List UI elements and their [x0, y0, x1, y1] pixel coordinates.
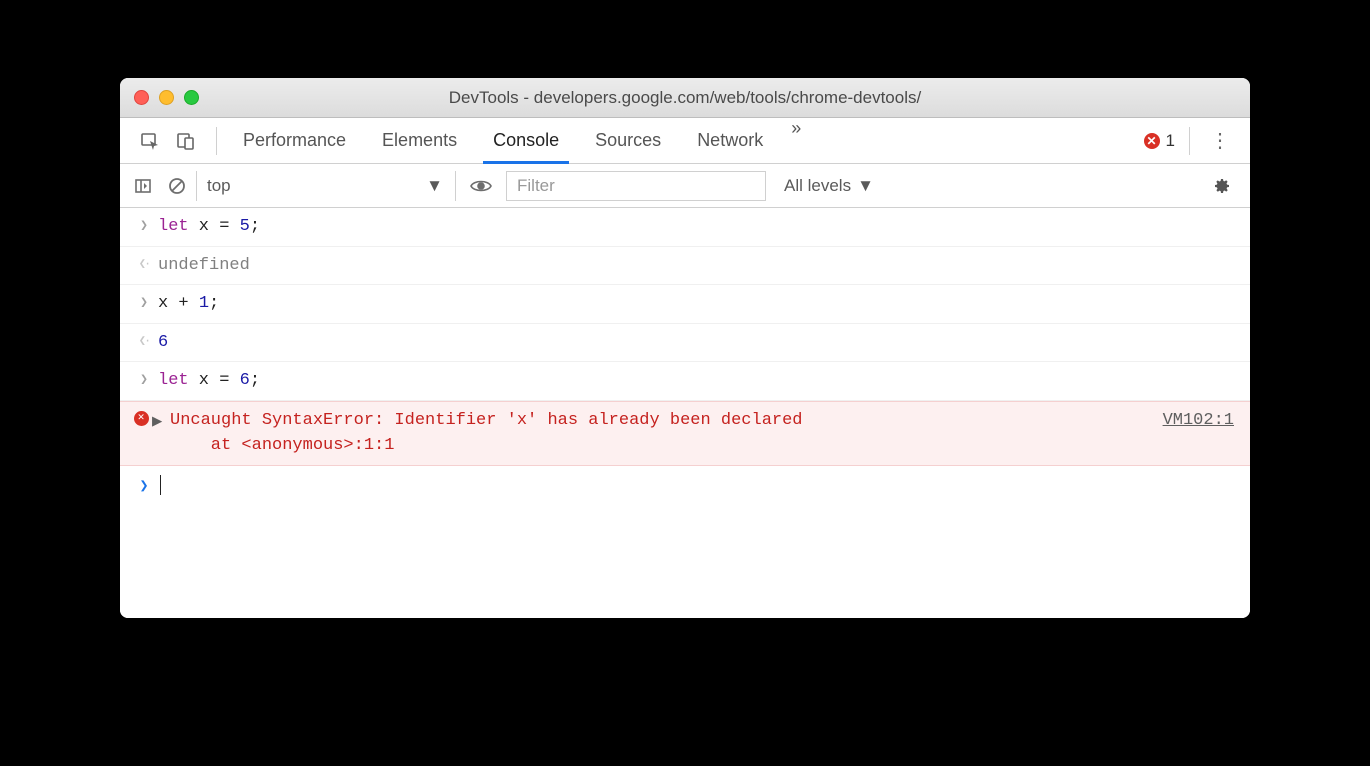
console-output-row: 6	[120, 324, 1250, 363]
input-marker-icon	[130, 214, 158, 240]
divider	[216, 127, 217, 155]
zoom-window-button[interactable]	[184, 90, 199, 105]
clear-console-icon[interactable]	[162, 177, 192, 195]
window-controls	[134, 90, 199, 105]
tab-network[interactable]: Network	[679, 118, 781, 163]
input-marker-icon	[130, 368, 158, 394]
tabs-overflow-button[interactable]: »	[781, 118, 811, 163]
live-expression-icon[interactable]	[460, 178, 502, 194]
code-content: let x = 5;	[158, 214, 260, 240]
tab-sources[interactable]: Sources	[577, 118, 679, 163]
titlebar: DevTools - developers.google.com/web/too…	[120, 78, 1250, 118]
console-toolbar: top ▼ All levels ▼	[120, 164, 1250, 208]
prompt-icon	[130, 474, 158, 500]
log-levels-selector[interactable]: All levels ▼	[770, 176, 888, 196]
error-source-link[interactable]: VM102:1	[1163, 408, 1240, 459]
levels-label: All levels	[784, 176, 851, 196]
code-content: undefined	[158, 253, 250, 279]
context-label: top	[207, 176, 231, 196]
main-menu-button[interactable]: ⋮	[1198, 128, 1242, 153]
chevron-down-icon: ▼	[857, 176, 874, 196]
tab-console[interactable]: Console	[475, 118, 577, 163]
filter-input[interactable]	[506, 171, 766, 201]
toggle-sidebar-icon[interactable]	[128, 177, 158, 195]
input-marker-icon	[130, 291, 158, 317]
chevron-down-icon: ▼	[426, 176, 443, 196]
minimize-window-button[interactable]	[159, 90, 174, 105]
code-content: let x = 6;	[158, 368, 260, 394]
error-count: 1	[1166, 131, 1175, 151]
error-icon: ✕	[1144, 133, 1160, 149]
inspect-element-icon[interactable]	[136, 127, 164, 155]
output-marker-icon	[130, 253, 158, 279]
device-toolbar-icon[interactable]	[172, 127, 200, 155]
console-output[interactable]: let x = 5; undefined x + 1; 6 let x = 6; ✕ ▶…	[120, 208, 1250, 618]
panel-tabs: Performance Elements Console Sources Net…	[225, 118, 811, 163]
tab-performance[interactable]: Performance	[225, 118, 364, 163]
console-settings-icon[interactable]	[1202, 176, 1242, 196]
error-count-badge[interactable]: ✕ 1	[1138, 131, 1181, 151]
divider	[1189, 127, 1190, 155]
error-icon: ✕	[130, 408, 152, 459]
console-input[interactable]	[158, 474, 161, 500]
close-window-button[interactable]	[134, 90, 149, 105]
console-prompt-row[interactable]	[120, 466, 1250, 508]
window-title: DevTools - developers.google.com/web/too…	[120, 88, 1250, 108]
console-input-row: x + 1;	[120, 285, 1250, 324]
console-input-row: let x = 5;	[120, 208, 1250, 247]
console-input-row: let x = 6;	[120, 362, 1250, 401]
devtools-window: DevTools - developers.google.com/web/too…	[120, 78, 1250, 618]
error-message: Uncaught SyntaxError: Identifier 'x' has…	[170, 408, 1163, 459]
tab-elements[interactable]: Elements	[364, 118, 475, 163]
expand-error-icon[interactable]: ▶	[152, 408, 170, 459]
console-error-row: ✕ ▶ Uncaught SyntaxError: Identifier 'x'…	[120, 401, 1250, 466]
code-content: 6	[158, 330, 168, 356]
execution-context-selector[interactable]: top ▼	[196, 171, 456, 201]
code-content: x + 1;	[158, 291, 219, 317]
main-toolbar: Performance Elements Console Sources Net…	[120, 118, 1250, 164]
console-output-row: undefined	[120, 247, 1250, 286]
output-marker-icon	[130, 330, 158, 356]
